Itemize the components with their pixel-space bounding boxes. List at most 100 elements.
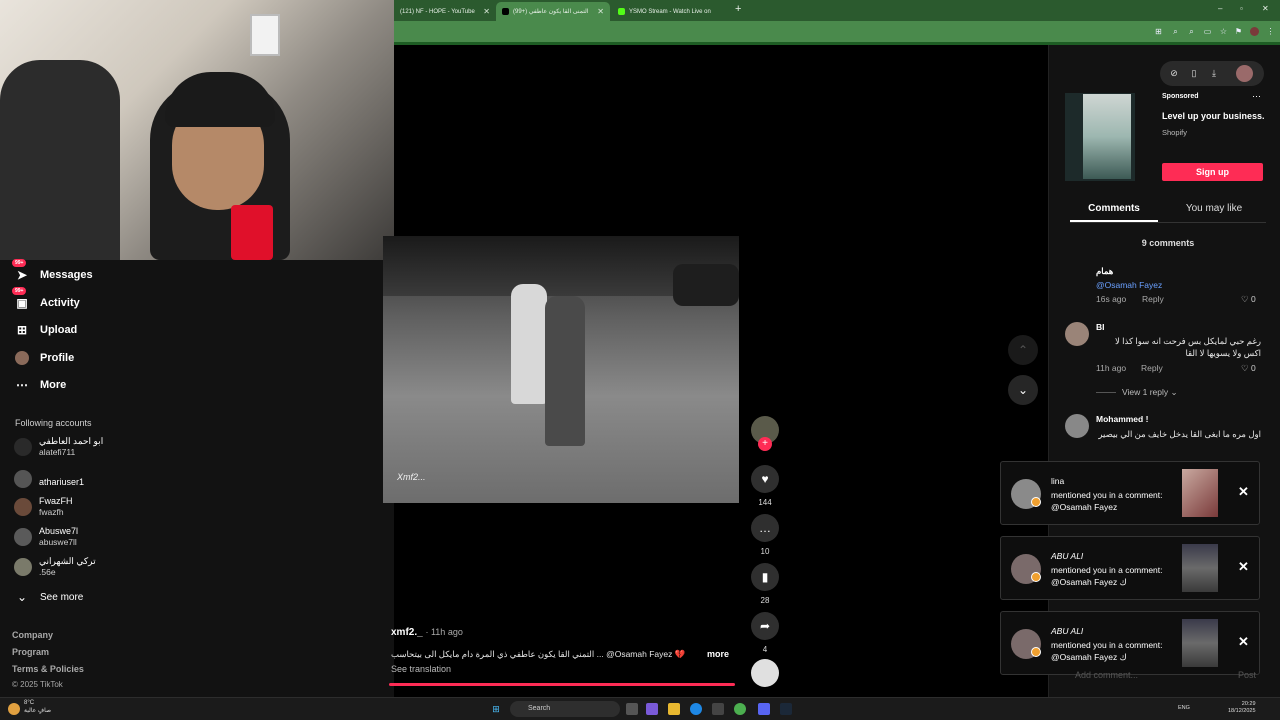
sign-up-button[interactable]: Sign up <box>1162 163 1263 181</box>
more-options-icon[interactable]: ⋯ <box>1252 91 1261 102</box>
weather-widget[interactable]: 8°C صافٍ عالية <box>24 699 51 715</box>
close-icon[interactable]: ✕ <box>483 7 490 16</box>
tab-ysmo[interactable]: YSMO Stream - Watch Live on <box>612 2 730 21</box>
close-window-button[interactable]: ✕ <box>1262 4 1269 13</box>
close-icon[interactable]: ✕ <box>1238 559 1249 575</box>
close-icon[interactable]: ✕ <box>1238 484 1249 500</box>
mention-notification[interactable]: lina mentioned you in a comment: @Osamah… <box>1000 461 1260 525</box>
footer-terms[interactable]: Terms & Policies <box>12 664 84 674</box>
add-comment-input[interactable]: Add comment... <box>1075 670 1138 680</box>
tab-youtube[interactable]: (121) NF - HOPE - YouTube ✕ <box>394 2 496 21</box>
extension-icon[interactable]: ⚑ <box>1234 27 1243 36</box>
minimize-button[interactable]: – <box>1218 4 1222 13</box>
paper-plane-icon: ➤ 99+ <box>12 259 30 283</box>
download-icon[interactable]: ⤓ <box>1208 67 1220 79</box>
search-icon[interactable]: ⌕ <box>1187 27 1196 36</box>
ad-thumbnail[interactable] <box>1065 93 1135 181</box>
steam-icon[interactable] <box>780 703 792 715</box>
tab-comments[interactable]: Comments <box>1070 203 1158 214</box>
edge-icon[interactable] <box>690 703 702 715</box>
caption-more-button[interactable]: more <box>707 649 729 659</box>
language-indicator[interactable]: ENG <box>1178 705 1190 711</box>
profile-icon[interactable] <box>1250 27 1259 36</box>
like-button[interactable]: ♥ 144 <box>750 465 780 507</box>
mention-badge-icon <box>1031 497 1041 507</box>
star-icon[interactable]: ☆ <box>1219 27 1228 36</box>
discord-icon[interactable] <box>758 703 770 715</box>
comment-like[interactable]: ♡ 0 <box>1241 294 1256 305</box>
comment-text: اول مره ما ابغى القا يدخل خايف من الي بي… <box>1098 429 1261 439</box>
nav-activity[interactable]: ▣ 99+ Activity <box>12 287 80 311</box>
coin-icon[interactable]: ⊘ <box>1168 67 1180 79</box>
tab-tiktok[interactable]: (99+) التمنى القا يكون عاطفي ✕ <box>496 2 610 21</box>
following-account[interactable]: تركي الشهراني .56e <box>14 556 96 578</box>
follow-plus-icon[interactable]: + <box>758 437 772 451</box>
like-count: 144 <box>758 498 772 507</box>
inbox-icon: ▣ 99+ <box>12 287 30 311</box>
account-name: athariuser1 <box>39 476 85 487</box>
tab-you-may-like[interactable]: You may like <box>1170 203 1258 214</box>
copilot-icon[interactable] <box>646 703 658 715</box>
following-account[interactable]: FwazFH fwazfh <box>14 496 73 518</box>
see-translation-link[interactable]: See translation <box>391 664 451 674</box>
weather-icon[interactable] <box>8 703 20 715</box>
new-tab-button[interactable]: + <box>735 3 741 15</box>
nav-more[interactable]: ⋯ More <box>14 377 66 393</box>
phone-icon[interactable]: ▯ <box>1188 67 1200 79</box>
footer-program[interactable]: Program <box>12 647 49 657</box>
taskbar-search[interactable]: Search <box>510 701 620 717</box>
mention-notification[interactable]: ABU ALI mentioned you in a comment: @Osa… <box>1000 536 1260 600</box>
following-account[interactable]: ابو احمد العاطفي alatefi711 <box>14 436 103 458</box>
share-count: 4 <box>762 645 768 654</box>
profile-avatar[interactable] <box>1236 65 1253 82</box>
save-button[interactable]: ▮ 28 <box>750 563 780 605</box>
reply-button[interactable]: Reply <box>1141 363 1163 373</box>
comment-button[interactable]: … 10 <box>750 514 780 556</box>
close-icon[interactable]: ✕ <box>1238 634 1249 650</box>
caption-author[interactable]: xmf2._ · 11h ago <box>391 627 463 638</box>
author-avatar-button[interactable]: + <box>750 416 780 451</box>
following-account[interactable]: athariuser1 <box>14 470 84 488</box>
comment-like[interactable]: ♡ 0 <box>1241 363 1256 374</box>
app-icon[interactable] <box>712 703 724 715</box>
chrome-icon[interactable] <box>734 703 746 715</box>
following-accounts-title: Following accounts <box>15 418 92 428</box>
view-replies-button[interactable]: View 1 reply ⌄ <box>1096 387 1178 398</box>
nav-upload[interactable]: ⊞ Upload <box>14 322 77 338</box>
mention-notification[interactable]: ABU ALI mentioned you in a comment: @Osa… <box>1000 611 1260 675</box>
nav-messages[interactable]: ➤ 99+ Messages <box>12 259 93 283</box>
see-more-button[interactable]: ⌄ See more <box>14 589 83 605</box>
share-button[interactable]: ➦ 4 <box>750 612 780 654</box>
next-video-button[interactable]: ⌄ <box>1008 375 1038 405</box>
maximize-button[interactable]: ▫ <box>1240 4 1243 13</box>
avatar[interactable] <box>1065 414 1089 438</box>
weather-temp: 8°C <box>24 700 35 706</box>
translate-icon[interactable]: ⊞ <box>1154 27 1163 36</box>
video-progress-bar[interactable] <box>389 683 735 686</box>
comment-author[interactable]: BI <box>1096 322 1105 332</box>
zoom-icon[interactable]: ⌕ <box>1171 27 1180 36</box>
file-explorer-icon[interactable] <box>668 703 680 715</box>
footer-company[interactable]: Company <box>12 630 53 640</box>
comment-author[interactable]: Mohammed ! <box>1096 414 1148 424</box>
nav-profile[interactable]: Profile <box>14 350 74 366</box>
avatar <box>14 528 32 546</box>
windows-start-icon[interactable]: ⊞ <box>490 703 502 715</box>
menu-icon[interactable]: ⋮ <box>1266 27 1275 36</box>
close-icon[interactable]: ✕ <box>597 7 604 16</box>
tab-label: (121) NF - HOPE - YouTube <box>400 8 475 15</box>
author-name[interactable]: xmf2._ <box>391 627 423 638</box>
reply-button[interactable]: Reply <box>1142 294 1164 304</box>
mention-badge-icon <box>1031 572 1041 582</box>
sound-button[interactable] <box>750 659 780 687</box>
avatar[interactable] <box>1065 322 1089 346</box>
cast-icon[interactable]: ▭ <box>1203 27 1212 36</box>
comment-author[interactable]: همام <box>1096 266 1113 277</box>
video-player[interactable]: Xmf2... <box>383 236 739 503</box>
following-account[interactable]: Abuswe7l abuswe7ll <box>14 526 78 548</box>
previous-video-button[interactable]: ⌃ <box>1008 335 1038 365</box>
task-view-icon[interactable] <box>626 703 638 715</box>
post-button[interactable]: Post <box>1238 670 1256 680</box>
browser-tabbar: (121) NF - HOPE - YouTube ✕ (99+) التمنى… <box>394 0 1280 21</box>
system-clock[interactable]: 20:29 18/12/2025 <box>1228 701 1256 715</box>
